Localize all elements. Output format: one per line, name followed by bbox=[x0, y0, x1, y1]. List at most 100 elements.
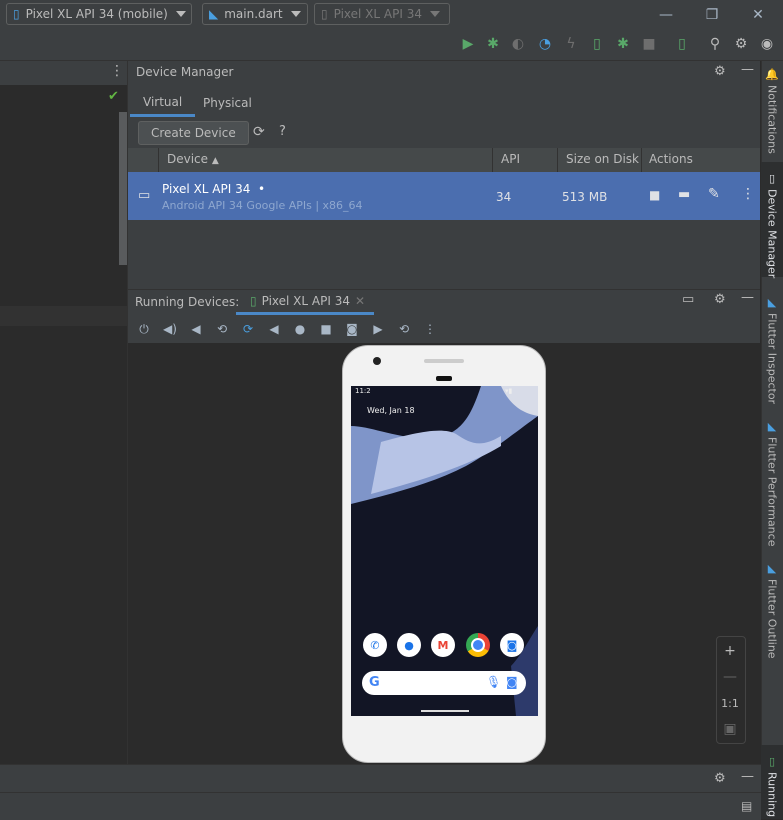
restore-button[interactable]: ❐ bbox=[689, 0, 735, 30]
fit-screen-icon[interactable]: ▣ bbox=[716, 716, 744, 742]
run-config-selector[interactable]: ◣ main.dart bbox=[202, 3, 308, 25]
table-row[interactable] bbox=[128, 172, 760, 220]
overview-icon[interactable]: ■ bbox=[317, 320, 335, 338]
hide-icon[interactable]: — bbox=[741, 290, 754, 305]
chrome-app-icon[interactable] bbox=[466, 633, 490, 657]
disabled-device-selector[interactable]: ▯ Pixel XL API 34 bbox=[314, 3, 450, 25]
edit-icon[interactable]: ✎ bbox=[708, 186, 720, 202]
device-selector[interactable]: ▯ Pixel XL API 34 (mobile) bbox=[6, 3, 192, 25]
flutter-icon: ◣ bbox=[765, 562, 779, 575]
phone-app-icon[interactable]: ✆ bbox=[363, 633, 387, 657]
zoom-in-button[interactable]: + bbox=[716, 638, 744, 664]
refresh-icon[interactable]: ⟳ bbox=[253, 124, 265, 140]
rotate-left-icon[interactable]: ⟲ bbox=[213, 320, 231, 338]
bell-icon: 🔔 bbox=[765, 68, 779, 82]
device-manager-icon[interactable]: ▯ bbox=[672, 34, 692, 54]
account-icon[interactable]: ◉ bbox=[757, 34, 777, 54]
attach-debugger-icon[interactable]: ✱ bbox=[613, 34, 633, 54]
hide-icon[interactable]: — bbox=[741, 62, 754, 77]
disabled-device-label: Pixel XL API 34 bbox=[333, 7, 422, 21]
flutter-outline-label: Flutter Outline bbox=[765, 579, 779, 659]
coverage-icon[interactable]: ◐ bbox=[508, 34, 528, 54]
run-config-label: main.dart bbox=[224, 7, 283, 21]
gear-icon[interactable]: ⚙ bbox=[714, 292, 726, 307]
column-divider bbox=[158, 148, 159, 172]
flutter-icon: ◣ bbox=[209, 7, 219, 21]
device-manager-label: Device Manager bbox=[765, 189, 779, 279]
status-bar bbox=[0, 792, 761, 820]
flutter-performance-tool-button[interactable]: ◣ Flutter Performance bbox=[761, 420, 783, 547]
column-device[interactable]: Device ▲ bbox=[167, 152, 219, 166]
column-size[interactable]: Size on Disk bbox=[566, 152, 639, 166]
bottom-panel-header bbox=[0, 764, 761, 793]
volume-up-icon[interactable]: ◀) bbox=[161, 320, 179, 338]
gmail-app-icon[interactable]: M bbox=[431, 633, 455, 657]
apply-changes-icon[interactable]: ϟ bbox=[561, 34, 581, 54]
column-divider bbox=[492, 148, 493, 172]
stop-icon[interactable]: ■ bbox=[639, 34, 659, 54]
volume-down-icon[interactable]: ◀ bbox=[187, 320, 205, 338]
hide-icon[interactable]: — bbox=[741, 769, 754, 784]
more-options-icon[interactable]: ⋮ bbox=[110, 63, 124, 79]
gesture-bar[interactable] bbox=[421, 710, 469, 712]
window-icon[interactable]: ▭ bbox=[682, 292, 694, 307]
zoom-out-button[interactable]: — bbox=[716, 664, 744, 690]
mic-icon[interactable]: 🎙 bbox=[486, 675, 501, 689]
flutter-icon: ◣ bbox=[765, 420, 779, 433]
front-camera bbox=[373, 357, 381, 365]
check-icon: ✔ bbox=[108, 89, 119, 104]
camera-app-icon[interactable]: ◙ bbox=[500, 633, 524, 657]
device-icon: ▯ bbox=[765, 755, 779, 768]
layout-icon[interactable]: ▤ bbox=[741, 799, 752, 813]
sensor bbox=[436, 376, 452, 381]
google-search-bar[interactable]: G 🎙 ◙ bbox=[362, 671, 526, 695]
messages-app-icon[interactable]: ● bbox=[397, 633, 421, 657]
flutter-inspector-tool-button[interactable]: ◣ Flutter Inspector bbox=[761, 296, 783, 404]
phone-screen[interactable]: 11:2 Wed, Jan 18 ▾▮ bbox=[351, 386, 538, 716]
notifications-tool-button[interactable]: 🔔 Notifications bbox=[761, 68, 783, 158]
gear-icon[interactable]: ⚙ bbox=[714, 771, 726, 786]
stop-icon[interactable]: ■ bbox=[649, 188, 660, 202]
notifications-label: Notifications bbox=[765, 85, 779, 155]
more-icon[interactable]: ⋮ bbox=[421, 320, 439, 338]
video-icon[interactable]: ▶ bbox=[369, 320, 387, 338]
create-device-button[interactable]: Create Device bbox=[138, 121, 249, 145]
close-button[interactable]: ✕ bbox=[735, 0, 781, 30]
more-icon[interactable]: ⋮ bbox=[741, 186, 755, 202]
folder-icon[interactable]: ▬ bbox=[678, 187, 690, 202]
tab-running-device[interactable]: ▯ Pixel XL API 34 ✕ bbox=[236, 289, 374, 315]
close-icon[interactable]: ✕ bbox=[355, 294, 365, 308]
search-icon[interactable]: ⚲ bbox=[705, 34, 725, 54]
minimize-button[interactable]: — bbox=[643, 0, 689, 30]
power-icon[interactable]: ⏻ bbox=[135, 320, 153, 338]
scrollbar[interactable] bbox=[119, 112, 127, 265]
tab-virtual[interactable]: Virtual bbox=[130, 89, 196, 117]
flutter-performance-label: Flutter Performance bbox=[765, 437, 779, 547]
device-manager-tool-button[interactable]: ▯ Device Manager bbox=[761, 172, 783, 279]
help-icon[interactable]: ? bbox=[279, 124, 286, 139]
selected-tree-row[interactable] bbox=[0, 306, 127, 326]
device-size: 513 MB bbox=[562, 190, 608, 204]
camera-icon[interactable]: ◙ bbox=[343, 320, 361, 338]
debug-icon[interactable]: ✱ bbox=[483, 34, 503, 54]
device-icon: ▯ bbox=[250, 293, 257, 308]
column-device-label: Device bbox=[167, 152, 209, 166]
back-icon[interactable]: ◀ bbox=[265, 320, 283, 338]
run-icon[interactable]: ▶ bbox=[458, 34, 478, 54]
device-manager-title: Device Manager bbox=[136, 65, 234, 79]
profile-icon[interactable]: ◔ bbox=[535, 34, 555, 54]
sort-ascending-icon: ▲ bbox=[211, 156, 219, 166]
snapshot-icon[interactable]: ⟲ bbox=[395, 320, 413, 338]
apply-code-changes-icon[interactable]: ▯ bbox=[587, 34, 607, 54]
gear-icon[interactable]: ⚙ bbox=[731, 34, 751, 54]
rotate-right-icon[interactable]: ⟳ bbox=[239, 320, 257, 338]
lens-icon[interactable]: ◙ bbox=[506, 675, 518, 689]
running-devices-tool-button[interactable]: ▯ Running bbox=[761, 755, 783, 817]
column-actions[interactable]: Actions bbox=[649, 152, 693, 166]
gear-icon[interactable]: ⚙ bbox=[714, 64, 726, 79]
actual-size-button[interactable]: 1:1 bbox=[716, 690, 744, 716]
column-api[interactable]: API bbox=[501, 152, 520, 166]
home-icon[interactable]: ● bbox=[291, 320, 309, 338]
flutter-outline-tool-button[interactable]: ◣ Flutter Outline bbox=[761, 562, 783, 659]
tab-physical[interactable]: Physical bbox=[190, 89, 265, 117]
